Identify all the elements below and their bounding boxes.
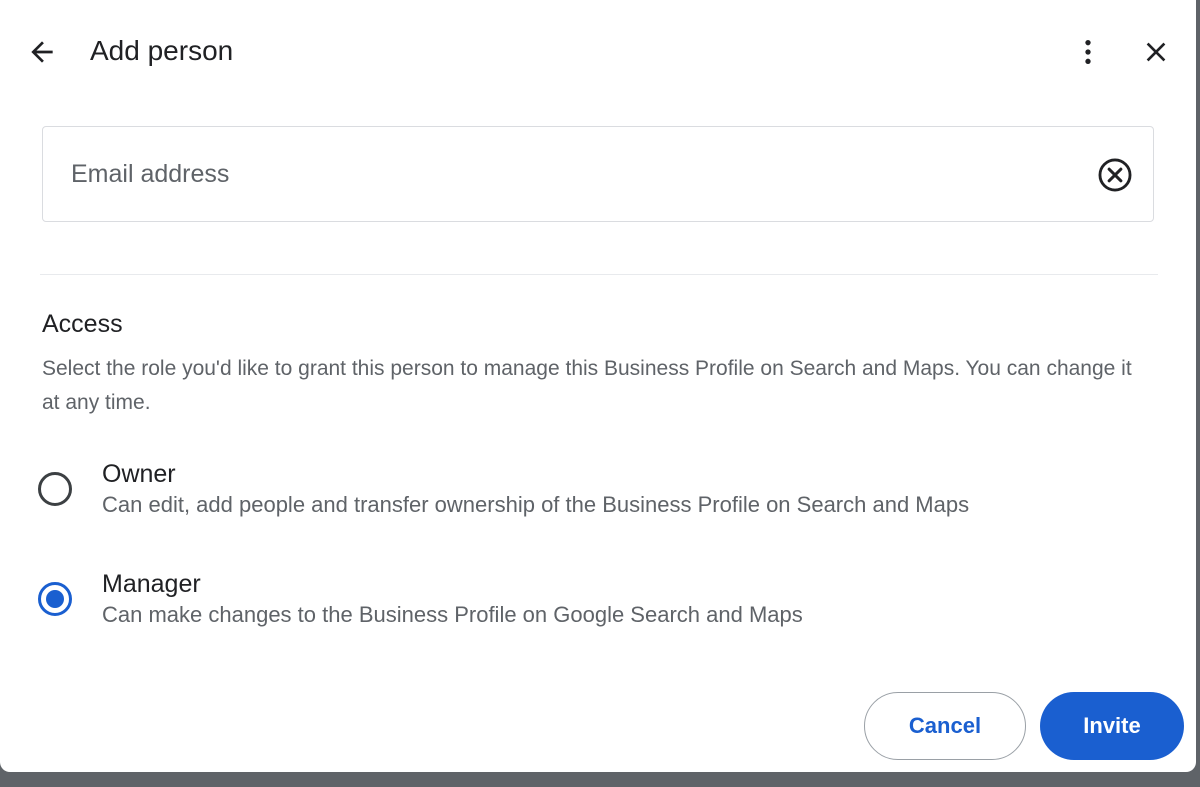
invite-button[interactable]: Invite bbox=[1040, 692, 1184, 760]
dialog-header: Add person bbox=[0, 0, 1196, 104]
role-description: Can edit, add people and transfer owners… bbox=[102, 492, 970, 517]
manager-radio[interactable] bbox=[38, 582, 72, 616]
access-section-title: Access bbox=[42, 310, 123, 338]
role-name: Manager bbox=[102, 570, 201, 598]
clear-email-button[interactable] bbox=[1095, 155, 1135, 195]
role-option-manager[interactable]: Manager Can make changes to the Business… bbox=[0, 562, 1196, 652]
role-name: Owner bbox=[102, 460, 176, 488]
back-button[interactable] bbox=[22, 32, 62, 72]
role-option-owner[interactable]: Owner Can edit, add people and transfer … bbox=[0, 452, 1196, 542]
arrow-back-icon bbox=[31, 41, 53, 63]
more-options-button[interactable] bbox=[1068, 32, 1108, 72]
role-description: Can make changes to the Business Profile… bbox=[102, 602, 803, 627]
clear-circle-icon bbox=[1098, 158, 1132, 192]
section-divider bbox=[40, 274, 1158, 275]
close-button[interactable] bbox=[1136, 32, 1176, 72]
more-vert-icon bbox=[1085, 40, 1091, 64]
close-icon bbox=[1146, 42, 1166, 62]
email-input[interactable] bbox=[69, 127, 1073, 222]
owner-radio[interactable] bbox=[38, 472, 72, 506]
add-person-dialog: Add person Access Select the role you'd … bbox=[0, 0, 1196, 772]
email-field bbox=[42, 126, 1154, 222]
dialog-title: Add person bbox=[90, 35, 234, 66]
cancel-button[interactable]: Cancel bbox=[864, 692, 1026, 760]
access-section-description: Select the role you'd like to grant this… bbox=[42, 357, 1132, 414]
